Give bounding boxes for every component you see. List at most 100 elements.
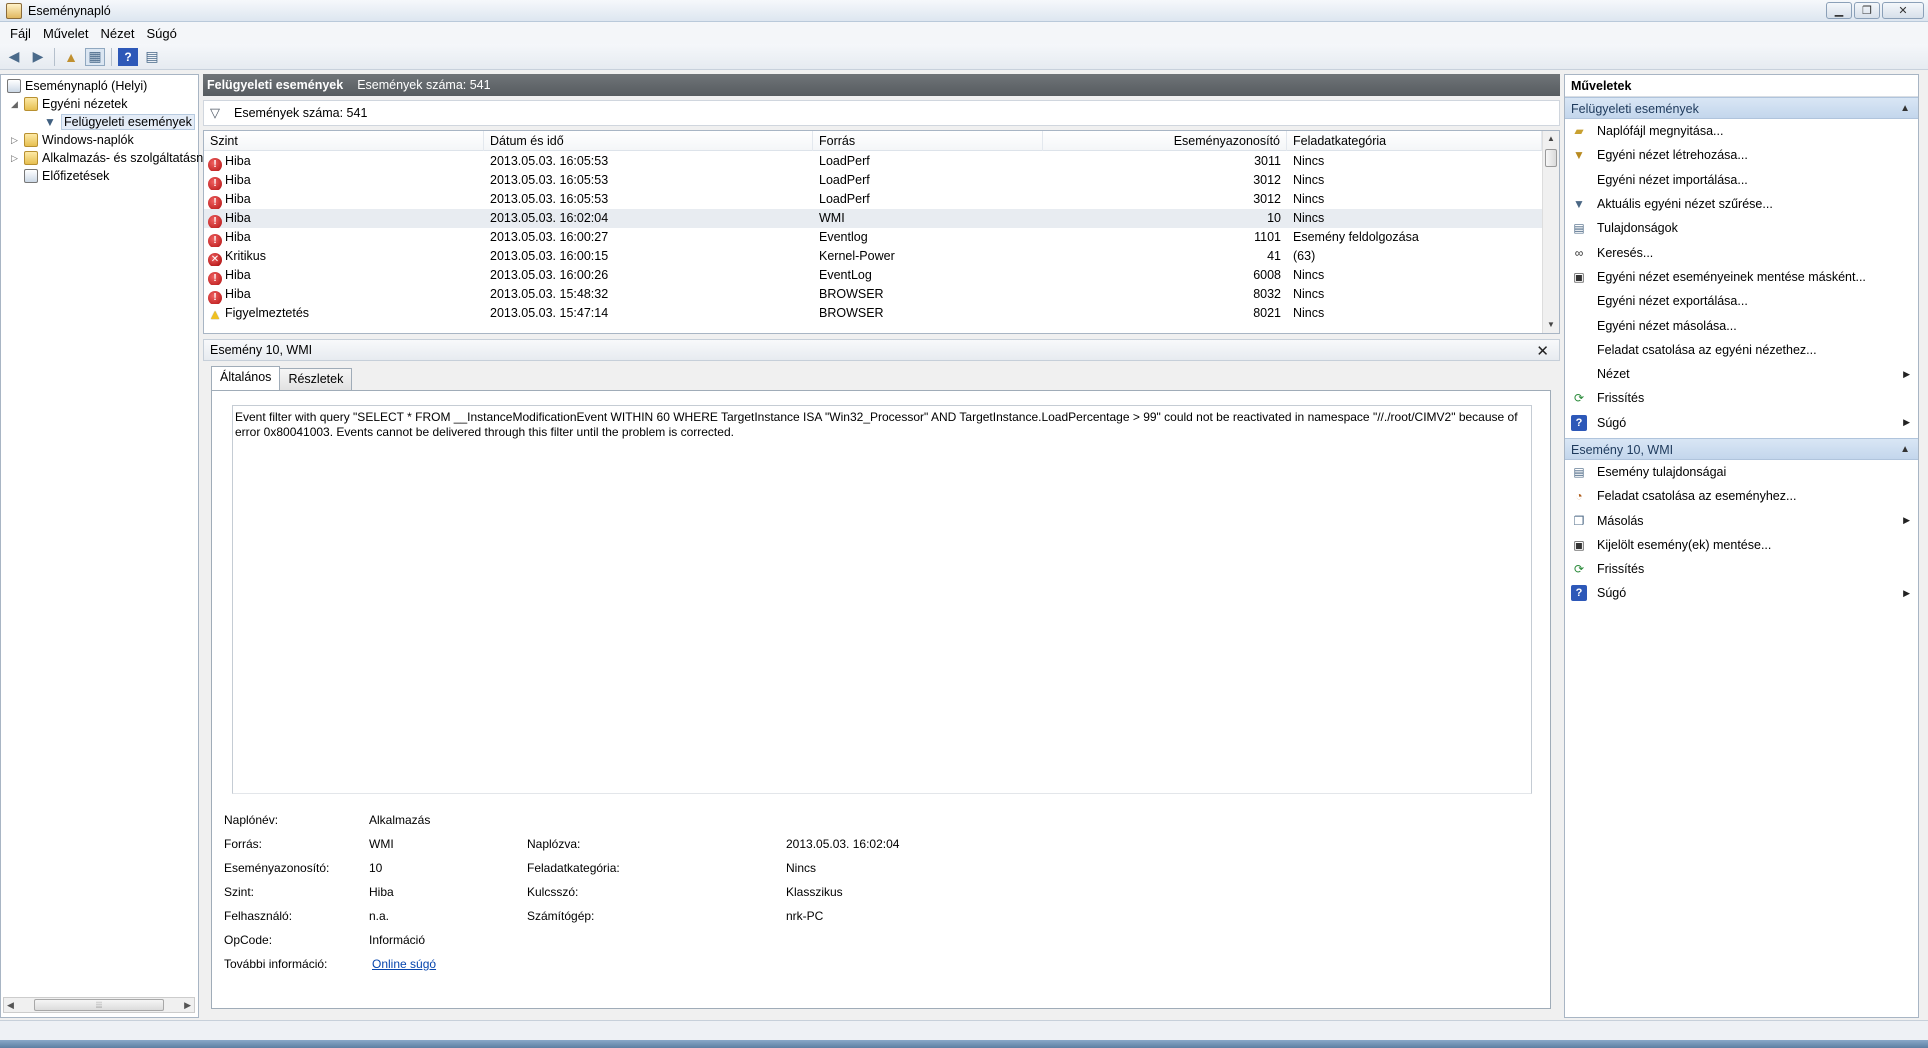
action-help[interactable]: ? Súgó ▶ bbox=[1565, 581, 1918, 605]
action-properties[interactable]: ▤ Tulajdonságok bbox=[1565, 216, 1918, 240]
column-header-date[interactable]: Dátum és idő bbox=[484, 131, 813, 151]
action-refresh[interactable]: ⟳ Frissítés bbox=[1565, 386, 1918, 410]
menu-help[interactable]: Súgó bbox=[140, 26, 182, 41]
table-header: Szint Dátum és idő Forrás Eseményazonosí… bbox=[204, 131, 1542, 151]
action-view-submenu[interactable]: Nézet ▶ bbox=[1565, 362, 1918, 386]
scroll-up-icon[interactable]: ▲ bbox=[1543, 131, 1559, 147]
toolbar-separator bbox=[111, 47, 112, 66]
panel-title: Felügyeleti események bbox=[207, 78, 344, 92]
taskbar bbox=[0, 1040, 1928, 1048]
refresh-icon: ⟳ bbox=[1573, 562, 1585, 577]
help-icon[interactable]: ? bbox=[118, 47, 138, 66]
online-help-link[interactable]: Online súgó bbox=[372, 955, 436, 973]
events-vertical-scrollbar[interactable]: ▲ ▼ bbox=[1542, 131, 1559, 333]
action-find[interactable]: ∞ Keresés... bbox=[1565, 240, 1918, 264]
table-row[interactable]: ! Hiba 2013.05.03. 16:05:53 LoadPerf 3012… bbox=[204, 190, 1542, 209]
error-icon: ! bbox=[208, 272, 222, 285]
refresh-icon: ⟳ bbox=[1573, 391, 1585, 406]
tree-item-administrative-events[interactable]: ▼ Felügyeleti események bbox=[43, 113, 195, 131]
show-tree-icon[interactable]: ▦ bbox=[85, 47, 105, 66]
filter-create-icon: ▼ bbox=[1573, 148, 1585, 163]
back-arrow-icon[interactable]: ◀ bbox=[4, 48, 24, 66]
action-export-custom-view[interactable]: Egyéni nézet exportálása... bbox=[1565, 289, 1918, 313]
table-row[interactable]: ! Hiba 2013.05.03. 16:05:53 LoadPerf 3012… bbox=[204, 171, 1542, 190]
collapse-caret-icon[interactable]: ▲ bbox=[1900, 98, 1910, 120]
actions-title: Műveletek bbox=[1565, 75, 1918, 97]
expand-triangle-icon[interactable]: ▷ bbox=[11, 135, 21, 146]
column-header-source[interactable]: Forrás bbox=[813, 131, 1043, 151]
table-row[interactable]: ! Hiba 2013.05.03. 15:48:32 BROWSER 8032 … bbox=[204, 285, 1542, 304]
filter-icon: ▽ bbox=[210, 105, 220, 120]
table-row[interactable]: ! Hiba 2013.05.03. 16:05:53 LoadPerf 3011… bbox=[204, 152, 1542, 171]
help-icon: ? bbox=[1571, 414, 1587, 431]
tree-horizontal-scrollbar[interactable]: ◀ ⦙⦙⦙ ▶ bbox=[3, 997, 195, 1013]
submenu-arrow-icon: ▶ bbox=[1903, 417, 1910, 428]
column-header-event-id[interactable]: Eseményazonosító bbox=[1043, 131, 1287, 151]
action-help[interactable]: ? Súgó ▶ bbox=[1565, 411, 1918, 435]
folder-icon bbox=[24, 97, 38, 111]
subscription-icon bbox=[24, 169, 38, 183]
table-row[interactable]: ✕ Kritikus 2013.05.03. 16:00:15 Kernel-Po… bbox=[204, 247, 1542, 266]
tab-details[interactable]: Részletek bbox=[279, 368, 353, 390]
events-table: Szint Dátum és idő Forrás Eseményazonosí… bbox=[203, 130, 1560, 334]
forward-arrow-icon[interactable]: ▶ bbox=[28, 48, 48, 66]
collapse-caret-icon[interactable]: ▲ bbox=[1900, 439, 1910, 461]
tree-item-subscriptions[interactable]: Előfizetések bbox=[24, 167, 109, 185]
action-attach-task-to-event[interactable]: ◔ Feladat csatolása az eseményhez... bbox=[1565, 484, 1918, 508]
menu-view[interactable]: Nézet bbox=[94, 26, 140, 41]
save-icon: ▣ bbox=[1573, 537, 1585, 552]
action-create-custom-view[interactable]: ▼ Egyéni nézet létrehozása... bbox=[1565, 143, 1918, 167]
scroll-right-icon[interactable]: ▶ bbox=[184, 1000, 191, 1011]
scroll-left-icon[interactable]: ◀ bbox=[7, 1000, 14, 1011]
error-icon: ! bbox=[208, 291, 222, 304]
scroll-thumb[interactable] bbox=[1545, 149, 1557, 167]
menu-bar: Fájl Művelet Nézet Súgó bbox=[0, 22, 1928, 44]
computer-value: nrk-PC bbox=[786, 909, 824, 923]
tree-item-app-service-logs[interactable]: ▷ Alkalmazás- és szolgáltatásn bbox=[11, 149, 203, 167]
maximize-button[interactable]: ❐ bbox=[1854, 2, 1880, 19]
action-save-selected-events[interactable]: ▣ Kijelölt esemény(ek) mentése... bbox=[1565, 533, 1918, 557]
table-row[interactable]: ! Hiba 2013.05.03. 16:00:26 EventLog 6008… bbox=[204, 266, 1542, 285]
up-folder-icon[interactable]: ▲ bbox=[61, 48, 81, 66]
table-row-selected[interactable]: ! Hiba 2013.05.03. 16:02:04 WMI 10 Nincs bbox=[204, 209, 1542, 228]
action-attach-task-to-view[interactable]: Feladat csatolása az egyéni nézethez... bbox=[1565, 338, 1918, 362]
collapse-triangle-icon[interactable]: ◢ bbox=[11, 99, 21, 110]
keywords-label: Kulcsszó: bbox=[527, 885, 579, 899]
action-copy-custom-view[interactable]: Egyéni nézet másolása... bbox=[1565, 313, 1918, 337]
action-open-log-file[interactable]: ▰ Naplófájl megnyitása... bbox=[1565, 119, 1918, 143]
close-icon[interactable]: ✕ bbox=[1536, 342, 1549, 360]
action-event-properties[interactable]: ▤ Esemény tulajdonságai bbox=[1565, 460, 1918, 484]
expand-triangle-icon[interactable]: ▷ bbox=[11, 153, 21, 164]
column-header-level[interactable]: Szint bbox=[204, 131, 484, 151]
tree-item-windows-logs[interactable]: ▷ Windows-naplók bbox=[11, 131, 134, 149]
error-icon: ! bbox=[208, 196, 222, 209]
menu-action[interactable]: Művelet bbox=[37, 26, 95, 41]
column-header-task-category[interactable]: Feladatkategória bbox=[1287, 131, 1542, 151]
table-row[interactable]: ! Hiba 2013.05.03. 16:00:27 Eventlog 1101… bbox=[204, 228, 1542, 247]
action-save-custom-view-events[interactable]: ▣ Egyéni nézet eseményeinek mentése máské… bbox=[1565, 265, 1918, 289]
menu-file[interactable]: Fájl bbox=[4, 26, 37, 41]
critical-icon: ✕ bbox=[208, 253, 222, 266]
close-button[interactable]: ✕ bbox=[1882, 2, 1924, 19]
save-icon: ▣ bbox=[1573, 269, 1585, 284]
action-filter-current-view[interactable]: ▼ Aktuális egyéni nézet szűrése... bbox=[1565, 192, 1918, 216]
action-import-custom-view[interactable]: Egyéni nézet importálása... bbox=[1565, 168, 1918, 192]
action-copy[interactable]: ❐ Másolás ▶ bbox=[1565, 508, 1918, 532]
status-bar bbox=[0, 1020, 1928, 1040]
task-category-value: Nincs bbox=[786, 861, 817, 875]
scroll-thumb[interactable]: ⦙⦙⦙ bbox=[34, 999, 164, 1011]
actions-section-admin-events[interactable]: Felügyeleti események ▲ bbox=[1565, 97, 1918, 119]
action-refresh[interactable]: ⟳ Frissítés bbox=[1565, 557, 1918, 581]
table-row[interactable]: Figyelmeztetés 2013.05.03. 15:47:14 BROW… bbox=[204, 304, 1542, 323]
tab-general[interactable]: Általános bbox=[211, 366, 281, 390]
tree-item-event-viewer-local[interactable]: Eseménynapló (Helyi) bbox=[7, 77, 147, 95]
event-description[interactable]: Event filter with query "SELECT * FROM _… bbox=[232, 405, 1532, 794]
folder-open-icon: ▰ bbox=[1574, 124, 1584, 139]
opcode-label: OpCode: bbox=[224, 933, 273, 947]
show-action-pane-icon[interactable]: ▤ bbox=[142, 48, 162, 66]
actions-section-event[interactable]: Esemény 10, WMI ▲ bbox=[1565, 437, 1918, 461]
tree-item-custom-views[interactable]: ◢ Egyéni nézetek bbox=[11, 95, 127, 113]
task-category-label: Feladatkategória: bbox=[527, 861, 620, 875]
scroll-down-icon[interactable]: ▼ bbox=[1543, 317, 1559, 333]
minimize-button[interactable]: ▁ bbox=[1826, 2, 1852, 19]
